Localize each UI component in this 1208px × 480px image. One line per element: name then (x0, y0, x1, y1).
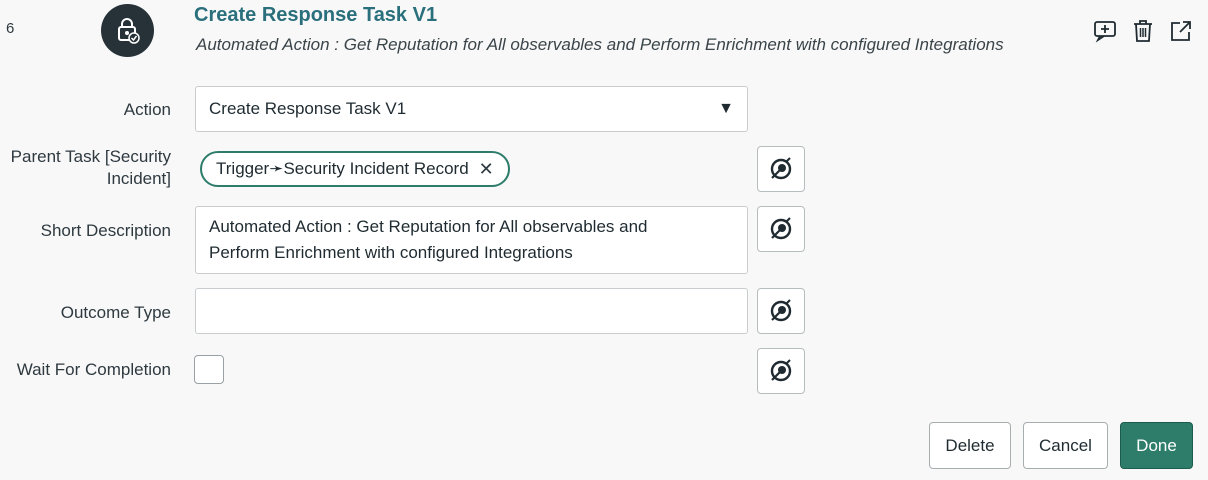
step-number: 6 (6, 20, 15, 37)
dropdown-arrow-icon[interactable]: ▼ (718, 100, 734, 118)
action-select-value: Create Response Task V1 (209, 99, 407, 118)
step-title[interactable]: Create Response Task V1 (194, 4, 437, 27)
parent-task-label-line2: Incident] (106, 169, 171, 188)
wait-for-completion-label: Wait For Completion (16, 360, 171, 379)
arrow-icon: ➛ (269, 159, 284, 178)
data-pill-icon (770, 299, 792, 322)
step-toolbar (1092, 18, 1194, 44)
trash-icon[interactable] (1130, 18, 1156, 44)
data-pill-picker-button[interactable] (757, 146, 805, 192)
remove-pill-icon[interactable]: ✕ (479, 159, 494, 180)
data-pill-picker-button[interactable] (757, 348, 805, 394)
data-pill-icon (770, 157, 792, 180)
done-button[interactable]: Done (1120, 422, 1193, 469)
action-select[interactable]: Create Response Task V1 ▼ (195, 86, 748, 132)
pill-text-record: Security Incident Record (283, 159, 469, 178)
cancel-button[interactable]: Cancel (1023, 422, 1108, 469)
security-action-icon (101, 4, 154, 57)
outcome-type-label: Outcome Type (60, 303, 171, 322)
delete-button[interactable]: Delete (929, 422, 1011, 469)
pill-text: Trigger➛Security Incident Record (216, 159, 469, 179)
data-pill-icon (770, 217, 792, 240)
step-description: Automated Action : Get Reputation for Al… (196, 35, 1004, 54)
short-description-line2: Perform Enrichment with configured Integ… (209, 243, 573, 262)
short-description-textarea[interactable]: Automated Action : Get Reputation for Al… (195, 206, 748, 274)
data-pill-picker-button[interactable] (757, 206, 805, 252)
short-description-label: Short Description (40, 221, 171, 240)
parent-task-label-line1: Parent Task [Security (10, 147, 171, 166)
data-pill-icon (770, 359, 792, 382)
open-in-new-icon[interactable] (1168, 18, 1194, 44)
wait-for-completion-checkbox[interactable] (194, 355, 224, 384)
add-comment-icon[interactable] (1092, 18, 1118, 44)
outcome-type-input[interactable] (195, 288, 748, 334)
action-label: Action (123, 100, 171, 119)
data-pill-picker-button[interactable] (757, 288, 805, 334)
pill-text-trigger: Trigger (216, 159, 270, 178)
short-description-line1: Automated Action : Get Reputation for Al… (209, 217, 648, 236)
parent-task-label: Parent Task [Security Incident] (11, 146, 171, 190)
parent-task-pill[interactable]: Trigger➛Security Incident Record ✕ (200, 151, 510, 187)
